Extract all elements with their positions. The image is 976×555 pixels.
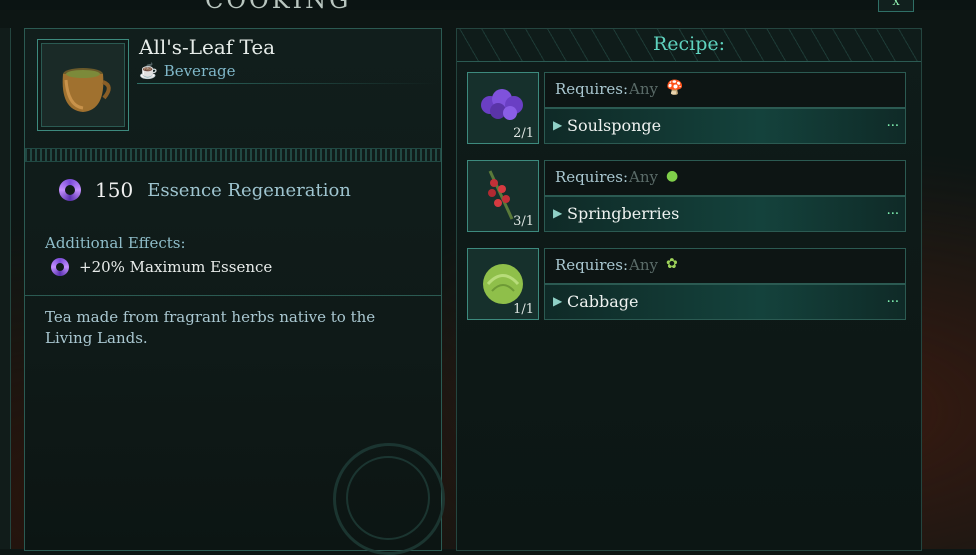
description-separator bbox=[25, 295, 441, 296]
item-type-label: Beverage bbox=[163, 62, 236, 80]
stat-value: 150 bbox=[95, 178, 134, 202]
ingredient-name: Cabbage bbox=[567, 292, 639, 311]
effect-text: +20% Maximum Essence bbox=[79, 258, 273, 276]
section-divider bbox=[25, 148, 441, 162]
vegetable-icon: ✿ bbox=[666, 256, 678, 272]
item-name: All's-Leaf Tea bbox=[139, 35, 276, 59]
ingredient-count: 2/1 bbox=[513, 126, 534, 141]
ingredient-row[interactable]: 2/1 Requires: Any 🍄 ▶ Soulsponge ... bbox=[467, 72, 907, 144]
requires-any: Any bbox=[629, 168, 658, 186]
top-bar bbox=[0, 0, 976, 10]
chevron-right-icon: ▶ bbox=[553, 294, 563, 308]
effect-row: +20% Maximum Essence bbox=[51, 258, 272, 276]
essence-swirl-icon bbox=[59, 179, 81, 201]
chevron-right-icon: ▶ bbox=[553, 206, 563, 220]
close-button[interactable]: X bbox=[878, 0, 914, 12]
ingredient-selector[interactable]: ▶ Soulsponge ... bbox=[544, 108, 906, 144]
ingredient-selector[interactable]: ▶ Springberries ... bbox=[544, 196, 906, 232]
more-options[interactable]: ... bbox=[887, 203, 899, 218]
requirement-box: Requires: Any ✿ bbox=[544, 248, 906, 284]
ingredient-image[interactable]: 2/1 bbox=[467, 72, 539, 144]
tea-pot-icon bbox=[62, 68, 111, 112]
requires-label: Requires: bbox=[555, 168, 629, 186]
window-title: COOKING bbox=[205, 0, 352, 14]
ingredient-count: 1/1 bbox=[513, 302, 534, 317]
ingredient-image[interactable]: 1/1 bbox=[467, 248, 539, 320]
title-underline bbox=[137, 83, 437, 84]
cooking-emblem-icon bbox=[333, 443, 445, 555]
essence-swirl-icon bbox=[51, 258, 69, 276]
stat-row: 150 Essence Regeneration bbox=[59, 175, 351, 205]
ingredient-image[interactable]: 3/1 bbox=[467, 160, 539, 232]
additional-effects-title: Additional Effects: bbox=[45, 234, 186, 252]
cup-icon: ☕ bbox=[139, 62, 158, 80]
ingredient-row[interactable]: 1/1 Requires: Any ✿ ▶ Cabbage ... bbox=[467, 248, 907, 320]
item-detail-panel: All's-Leaf Tea ☕ Beverage 150 Essence Reg… bbox=[24, 28, 445, 555]
requires-label: Requires: bbox=[555, 80, 629, 98]
recipe-panel: Recipe: 2/1 Requires: Any 🍄 ▶ Soulsponge… bbox=[456, 28, 922, 551]
mushroom-icon: 🍄 bbox=[666, 80, 684, 96]
ingredient-selector[interactable]: ▶ Cabbage ... bbox=[544, 284, 906, 320]
ingredient-count: 3/1 bbox=[513, 214, 534, 229]
requirement-box: Requires: Any 🍄 bbox=[544, 72, 906, 108]
chevron-right-icon: ▶ bbox=[553, 118, 563, 132]
recipe-title: Recipe: bbox=[652, 33, 726, 55]
stat-label: Essence Regeneration bbox=[147, 179, 351, 201]
requirement-box: Requires: Any ● bbox=[544, 160, 906, 196]
requires-any: Any bbox=[629, 80, 658, 98]
apple-icon: ● bbox=[666, 168, 679, 184]
more-options[interactable]: ... bbox=[887, 115, 899, 130]
item-type: ☕ Beverage bbox=[139, 62, 236, 80]
ingredient-name: Springberries bbox=[567, 204, 680, 223]
more-options[interactable]: ... bbox=[887, 291, 899, 306]
item-description: Tea made from fragrant herbs native to t… bbox=[45, 308, 376, 347]
left-panel-edge bbox=[0, 28, 11, 549]
requires-label: Requires: bbox=[555, 256, 629, 274]
requires-any: Any bbox=[629, 256, 658, 274]
ingredient-name: Soulsponge bbox=[567, 116, 662, 135]
ingredient-row[interactable]: 3/1 Requires: Any ● ▶ Springberries ... bbox=[467, 160, 907, 232]
item-image bbox=[37, 39, 129, 131]
